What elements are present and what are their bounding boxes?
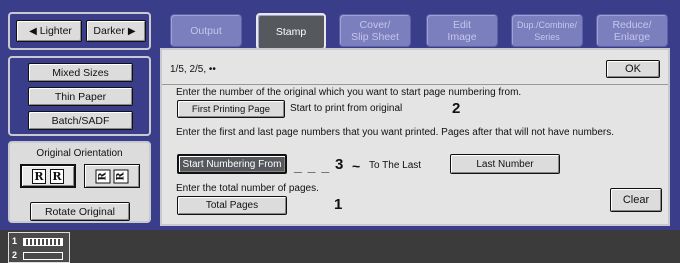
job-status-strip: 1 2 <box>0 230 680 263</box>
tab-stamp[interactable]: Stamp <box>256 13 326 50</box>
stamp-settings-panel: 1/5, 2/5, •• OK Enter the number of the … <box>160 48 670 226</box>
mixed-sizes-button[interactable]: Mixed Sizes <box>28 63 133 82</box>
start-numbering-value: 3 <box>335 156 344 173</box>
tab-edit-label: Edit Image <box>447 18 477 43</box>
left-panel: ◀ Lighter Darker ▶ Mixed Sizes Thin Pape… <box>8 10 151 225</box>
darker-label: Darker <box>93 25 125 37</box>
upright-r-icon-2: R <box>50 168 64 184</box>
tab-cover-slip-sheet[interactable]: Cover/ Slip Sheet <box>339 14 411 47</box>
last-number-button[interactable]: Last Number <box>450 154 560 174</box>
lighter-button[interactable]: ◀ Lighter <box>16 20 82 42</box>
original-orientation-group: Original Orientation R R R R Rotate Orig… <box>8 141 151 223</box>
density-group: ◀ Lighter Darker ▶ <box>8 12 151 50</box>
lighter-arrow-icon: ◀ <box>29 25 37 37</box>
darker-arrow-icon: ▶ <box>127 25 136 37</box>
tab-reduce-label: Reduce/ Enlarge <box>612 18 652 43</box>
first-printing-page-button[interactable]: First Printing Page <box>177 100 285 118</box>
job-number-1: 1 <box>12 236 18 246</box>
darker-button[interactable]: Darker ▶ <box>86 20 146 42</box>
rotate-original-button[interactable]: Rotate Original <box>30 202 130 221</box>
tab-dup-label: Dup./Combine/ Series <box>516 19 578 42</box>
thin-paper-button[interactable]: Thin Paper <box>28 87 133 106</box>
total-pages-value: 1 <box>334 196 343 213</box>
upright-r-icon: R <box>32 168 46 184</box>
lighter-label: Lighter <box>39 25 72 37</box>
start-print-text: Start to print from original <box>290 103 403 114</box>
batch-sadf-button[interactable]: Batch/SADF <box>28 111 133 130</box>
clear-button[interactable]: Clear <box>610 188 662 212</box>
tab-reduce-enlarge[interactable]: Reduce/ Enlarge <box>596 14 668 47</box>
divider <box>162 84 668 85</box>
start-numbering-input-dashes: _ _ _ <box>294 158 331 174</box>
ok-button[interactable]: OK <box>606 60 660 78</box>
range-tilde: ~ <box>352 158 361 174</box>
job-queue-box[interactable]: 1 2 <box>8 232 70 263</box>
rotated-r-icon-2: R <box>113 169 129 183</box>
tab-edit-image[interactable]: Edit Image <box>426 14 498 47</box>
instruction-page-range: Enter the first and last page numbers th… <box>176 127 615 138</box>
start-numbering-from-button[interactable]: Start Numbering From <box>177 154 287 174</box>
mode-title: 1/5, 2/5, •• <box>170 64 216 75</box>
job-number-2: 2 <box>12 250 18 260</box>
tab-cover-label: Cover/ Slip Sheet <box>351 18 399 43</box>
tab-dup-combine-series[interactable]: Dup./Combine/ Series <box>511 14 583 47</box>
tab-output[interactable]: Output <box>170 14 242 47</box>
orientation-upright-button[interactable]: R R <box>20 164 76 188</box>
job-2-icon <box>23 252 63 260</box>
job-1-progress-icon <box>23 238 63 246</box>
rotated-r-icon: R <box>95 169 111 183</box>
instruction-first-page: Enter the number of the original which y… <box>176 87 522 98</box>
first-printing-value: 2 <box>452 100 461 117</box>
orientation-label: Original Orientation <box>36 148 123 159</box>
to-the-last-text: To The Last <box>369 160 422 171</box>
instruction-total-pages: Enter the total number of pages. <box>176 183 319 194</box>
copier-screen: ◀ Lighter Darker ▶ Mixed Sizes Thin Pape… <box>0 0 680 230</box>
orientation-rotated-button[interactable]: R R <box>84 164 140 188</box>
paper-options-group: Mixed Sizes Thin Paper Batch/SADF <box>8 56 151 136</box>
total-pages-button[interactable]: Total Pages <box>177 196 287 215</box>
